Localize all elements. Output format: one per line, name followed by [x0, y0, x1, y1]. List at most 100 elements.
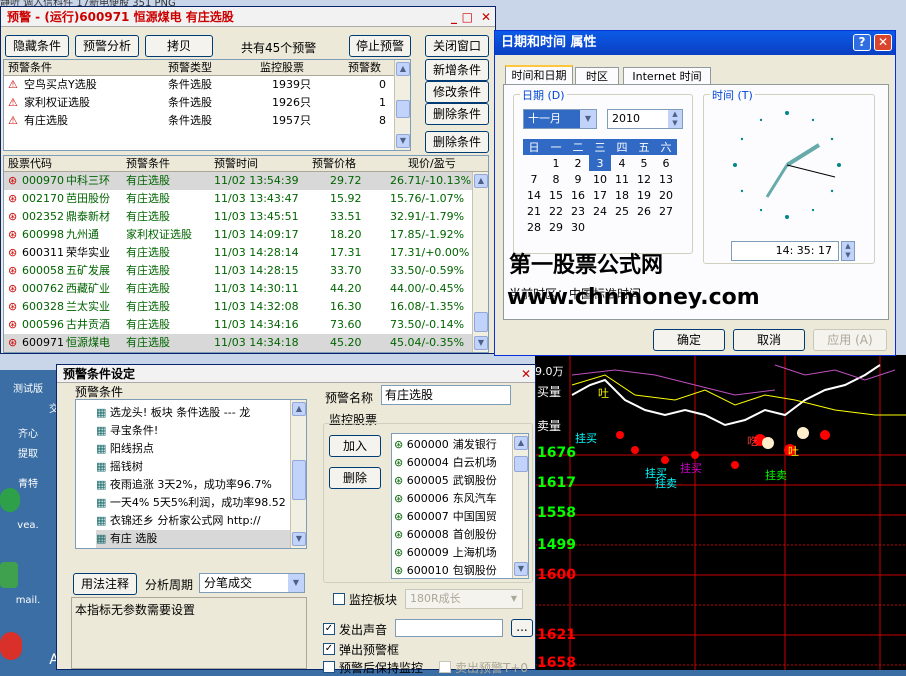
- setup-titlebar[interactable]: 预警条件设定 ✕: [57, 365, 535, 383]
- calendar-day[interactable]: 6: [655, 155, 677, 171]
- stock-scrollbar[interactable]: ▲ ▼: [472, 172, 488, 352]
- calendar-day[interactable]: 9: [567, 171, 589, 187]
- column-header[interactable]: 现价/盈亏: [408, 156, 456, 172]
- stock-row[interactable]: ⊛ 000596 古井贡酒 有庄选股 11/03 14:34:16 73.60 73.50/…: [4, 316, 488, 334]
- remove-stock-button[interactable]: 删除: [329, 467, 381, 489]
- help-icon[interactable]: ?: [853, 34, 871, 51]
- scroll-down-icon[interactable]: ▼: [514, 562, 528, 576]
- stock-row[interactable]: ⊛ 002170 芭田股份 有庄选股 11/03 13:43:47 15.92 15.76/…: [4, 190, 488, 208]
- add-stock-button[interactable]: 加入: [329, 435, 381, 457]
- calendar-day[interactable]: 24: [589, 203, 611, 219]
- delete-condition-button[interactable]: 删除条件: [425, 103, 489, 125]
- close-icon[interactable]: ✕: [874, 34, 892, 51]
- calendar-day[interactable]: 1: [545, 155, 567, 171]
- close-icon[interactable]: ✕: [521, 365, 531, 383]
- column-header[interactable]: 预警时间: [214, 156, 258, 172]
- desktop-icon-label[interactable]: 测试版: [4, 380, 52, 395]
- calendar-day[interactable]: 2: [567, 155, 589, 171]
- time-spinner-icon[interactable]: ▲ ▼: [841, 241, 855, 261]
- close-window-button[interactable]: 关闭窗口: [425, 35, 489, 57]
- condition-list[interactable]: ▦ 选龙头! 板块 条件选股 --- 龙 ▦ 寻宝条件! ▦ 阳线拐点 ▦ 摇钱树 ▦ …: [75, 399, 307, 549]
- alert-name-input[interactable]: 有庄选股: [381, 385, 511, 405]
- stock-row[interactable]: ⊛ 600311 荣华实业 有庄选股 11/03 14:28:14 17.31 17.31/…: [4, 244, 488, 262]
- desktop-icon-label[interactable]: mail.: [4, 595, 52, 606]
- chevron-down-icon[interactable]: ▼: [580, 110, 596, 128]
- column-header[interactable]: 预警条件: [126, 156, 170, 172]
- monitor-stock-item[interactable]: ⊛ 600005 武钢股份: [392, 472, 528, 490]
- delete-condition-button-2[interactable]: 删除条件: [425, 131, 489, 153]
- calendar-day[interactable]: 19: [633, 187, 655, 203]
- calendar-day[interactable]: 8: [545, 171, 567, 187]
- chevron-down-icon[interactable]: ▼: [288, 574, 304, 592]
- calendar-day[interactable]: 16: [567, 187, 589, 203]
- hide-conditions-button[interactable]: 隐藏条件: [5, 35, 69, 57]
- tab-timezone[interactable]: 时区: [575, 67, 619, 85]
- green-app-icon[interactable]: [0, 488, 20, 512]
- condition-list-item[interactable]: ▦ 阳线拐点: [96, 440, 306, 458]
- calendar-day[interactable]: 27: [655, 203, 677, 219]
- calendar-day[interactable]: 7: [523, 171, 545, 187]
- apply-button[interactable]: 应用 (A): [813, 329, 887, 351]
- condition-row[interactable]: ⚠ 空鸟买点Y选股 条件选股 1939只 0: [4, 76, 410, 94]
- condition-list-item[interactable]: ▦ 衣锦还乡 分析家公式网 http://: [96, 512, 306, 530]
- usage-notes-button[interactable]: 用法注释: [73, 573, 137, 595]
- calendar-day[interactable]: 3: [589, 155, 611, 171]
- calendar-day[interactable]: 14: [523, 187, 545, 203]
- app-icon[interactable]: [0, 562, 18, 588]
- stock-row[interactable]: ⊛ 000762 西藏矿业 有庄选股 11/03 14:30:11 44.20 44.00/…: [4, 280, 488, 298]
- stock-row[interactable]: ⊛ 600971 恒源煤电 有庄选股 11/03 14:34:18 45.20 45.04/…: [4, 334, 488, 352]
- alert-analysis-button[interactable]: 预警分析: [75, 35, 139, 57]
- desktop-icon-label[interactable]: vea.: [4, 520, 52, 531]
- calendar-day[interactable]: 10: [589, 171, 611, 187]
- condition-list-item[interactable]: ▦ 一天4% 5天5%利润，成功率98.52: [96, 494, 306, 512]
- scroll-down-icon[interactable]: ▼: [292, 532, 306, 546]
- year-spinner[interactable]: 2010 ▲ ▼: [607, 109, 683, 129]
- calendar-day[interactable]: 26: [633, 203, 655, 219]
- condition-list-item[interactable]: ▦ 寻宝条件!: [96, 422, 306, 440]
- add-condition-button[interactable]: 新增条件: [425, 59, 489, 81]
- scroll-down-icon[interactable]: ▼: [474, 336, 488, 350]
- stock-chart[interactable]: 9.0万 买量 卖量 1676 1617 1558 1499 1600 1621…: [535, 355, 906, 670]
- monitor-stock-item[interactable]: ⊛ 600010 包钢股份: [392, 562, 528, 578]
- calendar[interactable]: 日一二三四五六 1 2 3 4 5 6 7 8 9 10 11 12 13 14 15 16 17 18 19 20 2…: [523, 139, 677, 235]
- tab-internet-time[interactable]: Internet 时间: [623, 67, 711, 85]
- alert-window-titlebar[interactable]: 预警 - (运行)600971 恒源煤电 有庄选股 _ □ ✕: [1, 7, 495, 27]
- scroll-up-icon[interactable]: ▲: [292, 402, 306, 416]
- monitor-stock-item[interactable]: ⊛ 600007 中国国贸: [392, 508, 528, 526]
- monitor-stock-item[interactable]: ⊛ 600008 首创股份: [392, 526, 528, 544]
- calendar-day[interactable]: 13: [655, 171, 677, 187]
- edit-condition-button[interactable]: 修改条件: [425, 81, 489, 103]
- browse-button[interactable]: ...: [511, 619, 533, 637]
- calendar-day[interactable]: 12: [633, 171, 655, 187]
- scroll-thumb[interactable]: [514, 456, 528, 472]
- stop-alert-button[interactable]: 停止预警: [349, 35, 411, 57]
- condition-list-item[interactable]: ▦ 夜雨追涨 3天2%，成功率96.7%: [96, 476, 306, 494]
- calendar-day[interactable]: 20: [655, 187, 677, 203]
- condition-scrollbar[interactable]: ▲ ▼: [394, 60, 410, 150]
- desktop-icon-label[interactable]: 齐心: [4, 425, 52, 440]
- column-header[interactable]: 预警条件: [8, 60, 52, 76]
- period-select[interactable]: 分笔成交 ▼: [199, 573, 305, 593]
- cancel-button[interactable]: 取消: [733, 329, 805, 351]
- minimize-icon[interactable]: _: [451, 7, 457, 27]
- copy-button[interactable]: 拷贝: [145, 35, 213, 57]
- column-header[interactable]: 预警类型: [168, 60, 212, 76]
- calendar-day[interactable]: 4: [611, 155, 633, 171]
- stock-row[interactable]: ⊛ 600998 九州通 家利权证选股 11/03 14:09:17 18.20 17.85…: [4, 226, 488, 244]
- stock-row[interactable]: ⊛ 000970 中科三环 有庄选股 11/02 13:54:39 29.72 26.71/…: [4, 172, 488, 190]
- calendar-day[interactable]: 15: [545, 187, 567, 203]
- month-select[interactable]: 十一月 ▼: [523, 109, 597, 129]
- condition-list-scrollbar[interactable]: ▲ ▼: [290, 400, 306, 548]
- calendar-day[interactable]: 30: [567, 219, 589, 235]
- board-select[interactable]: 180R成长 ▼: [405, 589, 523, 609]
- alert-setup-window[interactable]: 预警条件设定 ✕ 预警条件 ▦ 选龙头! 板块 条件选股 --- 龙 ▦ 寻宝条件…: [56, 364, 536, 675]
- condition-list-item[interactable]: ▦ 摇钱树: [96, 458, 306, 476]
- stock-row[interactable]: ⊛ 002352 鼎泰新材 有庄选股 11/03 13:45:51 33.51 32.91/…: [4, 208, 488, 226]
- monitor-scrollbar[interactable]: ▲ ▼: [512, 434, 528, 578]
- maximize-icon[interactable]: □: [462, 7, 473, 27]
- chevron-down-icon[interactable]: ▼: [506, 590, 522, 608]
- sound-checkbox[interactable]: ✓: [323, 623, 335, 635]
- scroll-thumb[interactable]: [396, 100, 410, 118]
- spinner-icon[interactable]: ▲ ▼: [668, 110, 682, 128]
- monitor-stock-item[interactable]: ⊛ 600004 白云机场: [392, 454, 528, 472]
